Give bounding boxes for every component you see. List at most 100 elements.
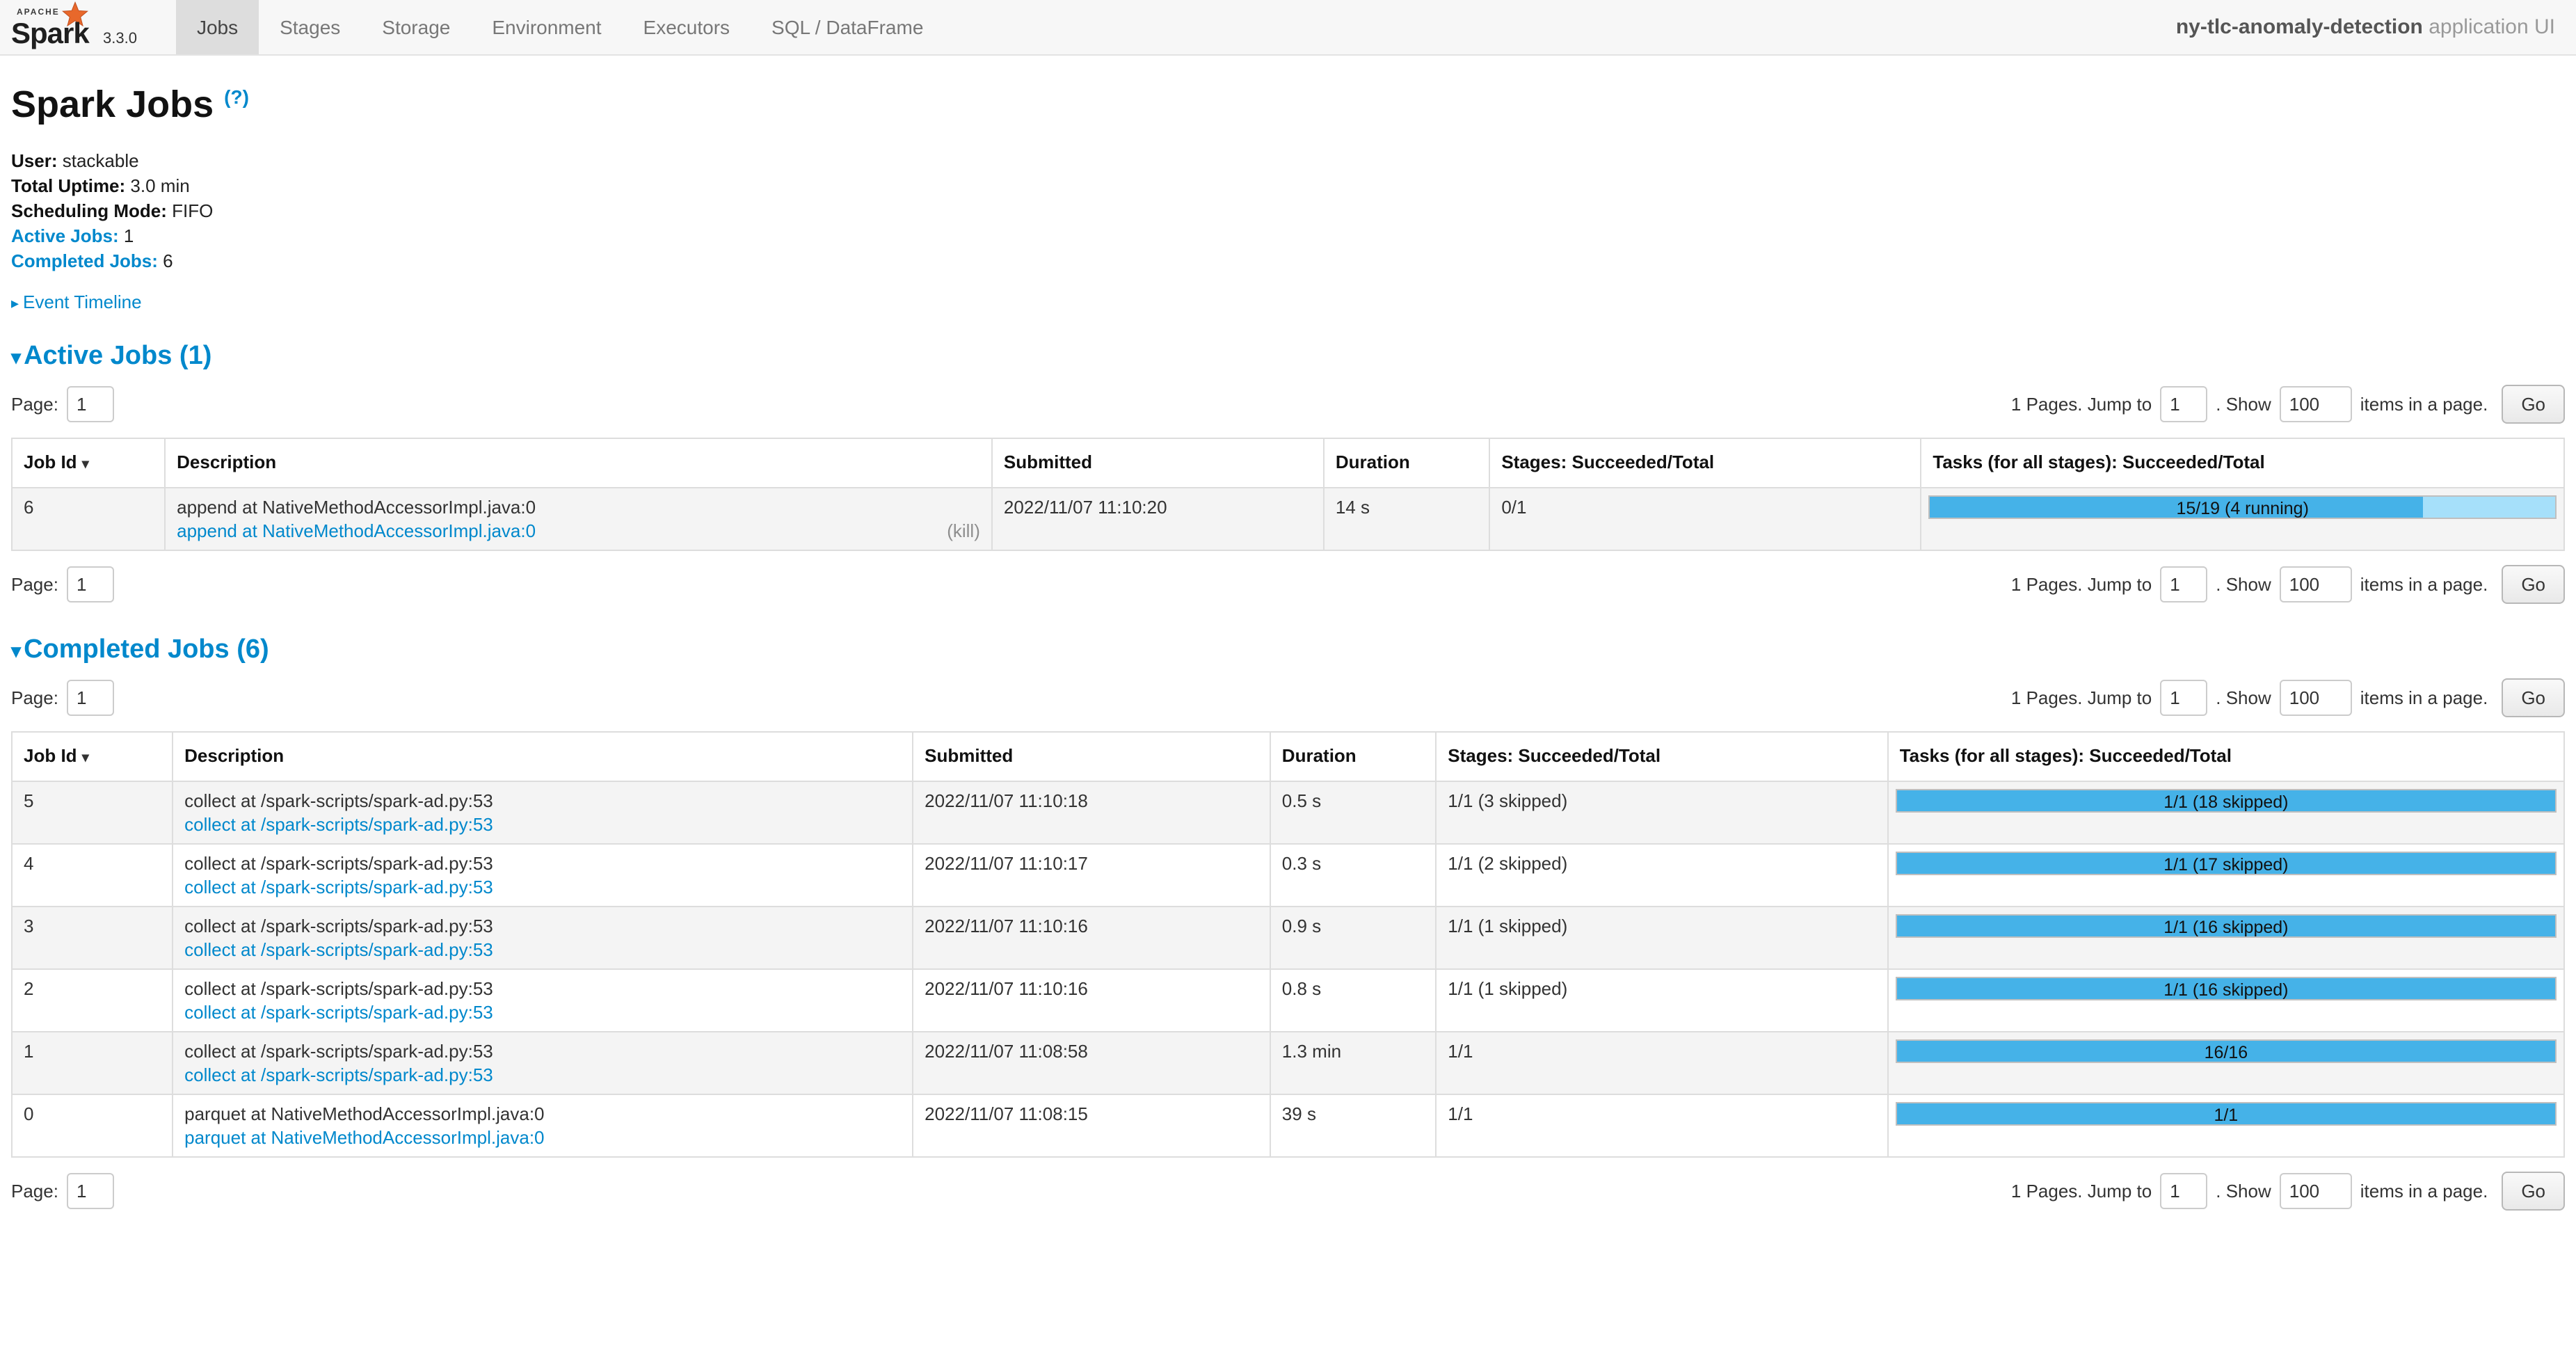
- table-header-row: Job Id ▾ Description Submitted Duration …: [12, 732, 2564, 781]
- pages-jump-text: 1 Pages. Jump to: [2011, 394, 2152, 415]
- tasks-cell: 1/1 (16 skipped): [1888, 907, 2564, 969]
- table-row: 0 parquet at NativeMethodAccessorImpl.ja…: [12, 1094, 2564, 1157]
- job-id-cell: 6: [12, 488, 165, 550]
- jump-to-input[interactable]: [2160, 566, 2207, 602]
- job-id-cell: 5: [12, 781, 173, 844]
- items-per-page-input[interactable]: [2280, 386, 2352, 422]
- description-cell: collect at /spark-scripts/spark-ad.py:53…: [173, 1032, 913, 1094]
- expanded-arrow-icon: ▾: [11, 640, 21, 662]
- tab-storage[interactable]: Storage: [361, 0, 471, 54]
- submitted-cell: 2022/11/07 11:10:17: [913, 844, 1270, 907]
- page-label: Page:: [11, 687, 58, 709]
- description-cell: collect at /spark-scripts/spark-ad.py:53…: [173, 844, 913, 907]
- active-jobs-heading[interactable]: ▾Active Jobs (1): [11, 341, 2565, 371]
- col-duration[interactable]: Duration: [1270, 732, 1436, 781]
- job-description-link[interactable]: collect at /spark-scripts/spark-ad.py:53: [184, 1002, 493, 1023]
- page-number-input[interactable]: [67, 1173, 114, 1209]
- tab-jobs[interactable]: Jobs: [176, 0, 259, 54]
- go-button[interactable]: Go: [2502, 385, 2565, 424]
- stages-cell: 1/1 (1 skipped): [1436, 969, 1887, 1032]
- col-duration[interactable]: Duration: [1324, 438, 1489, 488]
- progress-label: 16/16: [1897, 1041, 2555, 1062]
- job-description-text: collect at /spark-scripts/spark-ad.py:53: [184, 914, 901, 938]
- kill-link[interactable]: (kill): [947, 519, 980, 543]
- tasks-progress-bar: 1/1: [1896, 1102, 2557, 1126]
- duration-cell: 0.9 s: [1270, 907, 1436, 969]
- go-button[interactable]: Go: [2502, 1172, 2565, 1211]
- job-description-link[interactable]: collect at /spark-scripts/spark-ad.py:53: [184, 814, 493, 835]
- active-jobs-link[interactable]: Active Jobs:: [11, 225, 119, 246]
- collapsed-arrow-icon: ▸: [11, 294, 19, 312]
- description-cell: append at NativeMethodAccessorImpl.java:…: [165, 488, 992, 550]
- job-id-cell: 3: [12, 907, 173, 969]
- progress-label: 1/1: [1897, 1103, 2555, 1124]
- page-content: Spark Jobs (?) User: stackable Total Upt…: [0, 56, 2576, 1258]
- items-per-page-input[interactable]: [2280, 1173, 2352, 1209]
- tab-sql-dataframe[interactable]: SQL / DataFrame: [751, 0, 944, 54]
- col-job-id[interactable]: Job Id ▾: [12, 438, 165, 488]
- go-button[interactable]: Go: [2502, 678, 2565, 717]
- job-id-cell: 2: [12, 969, 173, 1032]
- col-description[interactable]: Description: [165, 438, 992, 488]
- items-text: items in a page.: [2360, 394, 2488, 415]
- pages-jump-text: 1 Pages. Jump to: [2011, 687, 2152, 709]
- col-description[interactable]: Description: [173, 732, 913, 781]
- job-description-link[interactable]: append at NativeMethodAccessorImpl.java:…: [177, 520, 536, 541]
- table-header-row: Job Id ▾ Description Submitted Duration …: [12, 438, 2564, 488]
- jump-to-input[interactable]: [2160, 1173, 2207, 1209]
- submitted-cell: 2022/11/07 11:08:58: [913, 1032, 1270, 1094]
- application-name: ny-tlc-anomaly-detection: [2176, 15, 2423, 38]
- page-number-input[interactable]: [67, 386, 114, 422]
- stages-cell: 1/1: [1436, 1094, 1887, 1157]
- col-tasks[interactable]: Tasks (for all stages): Succeeded/Total: [1888, 732, 2564, 781]
- spark-wordmark: Spark: [11, 17, 89, 50]
- sort-desc-icon: ▾: [82, 456, 89, 472]
- items-per-page-input[interactable]: [2280, 680, 2352, 716]
- tab-stages[interactable]: Stages: [259, 0, 361, 54]
- tab-environment[interactable]: Environment: [471, 0, 622, 54]
- col-stages[interactable]: Stages: Succeeded/Total: [1436, 732, 1887, 781]
- page-number-input[interactable]: [67, 680, 114, 716]
- jump-to-input[interactable]: [2160, 386, 2207, 422]
- table-row: 2 collect at /spark-scripts/spark-ad.py:…: [12, 969, 2564, 1032]
- duration-cell: 0.8 s: [1270, 969, 1436, 1032]
- spark-logo[interactable]: APACHE Spark 3.3.0: [0, 0, 157, 54]
- help-link[interactable]: (?): [224, 86, 249, 108]
- job-description-link[interactable]: collect at /spark-scripts/spark-ad.py:53: [184, 877, 493, 897]
- table-row: 4 collect at /spark-scripts/spark-ad.py:…: [12, 844, 2564, 907]
- items-per-page-input[interactable]: [2280, 566, 2352, 602]
- col-job-id[interactable]: Job Id ▾: [12, 732, 173, 781]
- sort-desc-icon: ▾: [82, 750, 89, 765]
- tab-executors[interactable]: Executors: [623, 0, 751, 54]
- col-submitted[interactable]: Submitted: [913, 732, 1270, 781]
- show-text: . Show: [2216, 574, 2271, 596]
- tasks-cell: 1/1 (17 skipped): [1888, 844, 2564, 907]
- job-description-link[interactable]: collect at /spark-scripts/spark-ad.py:53: [184, 1064, 493, 1085]
- table-row: 5 collect at /spark-scripts/spark-ad.py:…: [12, 781, 2564, 844]
- progress-label: 1/1 (16 skipped): [1897, 978, 2555, 999]
- active-jobs-table: Job Id ▾ Description Submitted Duration …: [11, 438, 2565, 551]
- tasks-progress-bar: 1/1 (18 skipped): [1896, 789, 2557, 813]
- job-description-text: append at NativeMethodAccessorImpl.java:…: [177, 495, 980, 519]
- page-number-input[interactable]: [67, 566, 114, 602]
- items-text: items in a page.: [2360, 574, 2488, 596]
- event-timeline-toggle[interactable]: ▸Event Timeline: [11, 292, 2565, 313]
- show-text: . Show: [2216, 687, 2271, 709]
- job-description-link[interactable]: parquet at NativeMethodAccessorImpl.java…: [184, 1127, 544, 1148]
- go-button[interactable]: Go: [2502, 565, 2565, 604]
- col-stages[interactable]: Stages: Succeeded/Total: [1489, 438, 1921, 488]
- progress-label: 1/1 (16 skipped): [1897, 916, 2555, 936]
- stages-cell: 1/1: [1436, 1032, 1887, 1094]
- items-text: items in a page.: [2360, 687, 2488, 709]
- tasks-progress-bar: 15/19 (4 running): [1928, 495, 2557, 519]
- stages-cell: 1/1 (1 skipped): [1436, 907, 1887, 969]
- jump-to-input[interactable]: [2160, 680, 2207, 716]
- col-tasks[interactable]: Tasks (for all stages): Succeeded/Total: [1921, 438, 2564, 488]
- col-submitted[interactable]: Submitted: [992, 438, 1324, 488]
- job-description-link[interactable]: collect at /spark-scripts/spark-ad.py:53: [184, 939, 493, 960]
- summary-active-jobs: Active Jobs: 1: [11, 223, 2565, 248]
- page-label: Page:: [11, 574, 58, 596]
- completed-jobs-link[interactable]: Completed Jobs:: [11, 250, 158, 271]
- completed-jobs-heading[interactable]: ▾Completed Jobs (6): [11, 634, 2565, 664]
- show-text: . Show: [2216, 1181, 2271, 1202]
